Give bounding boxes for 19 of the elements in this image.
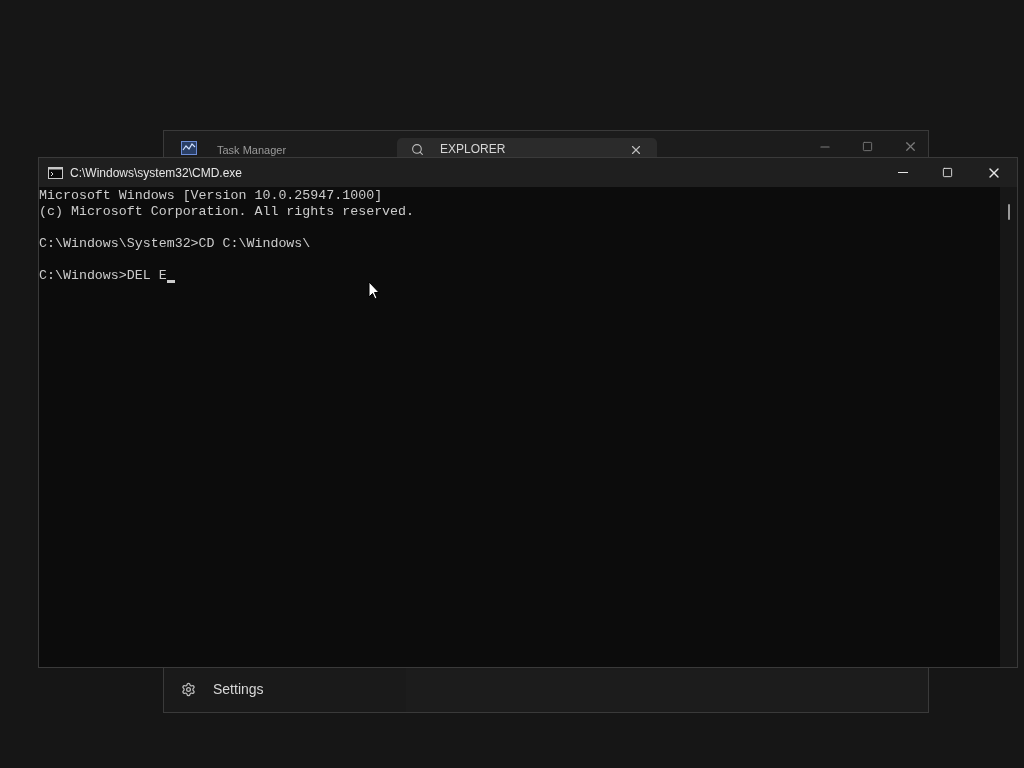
search-field[interactable]: EXPLORER [397,138,657,157]
window-title: C:\Windows\system32\CMD.exe [70,164,243,182]
chart-icon [181,141,197,155]
close-icon[interactable] [903,139,918,154]
scrollbar-thumb[interactable] [1007,204,1010,220]
maximize-icon [942,167,953,178]
settings-icon [181,681,196,697]
search-icon [411,143,424,156]
console-line: C:\Windows\System32>CD C:\Windows\ [39,236,311,252]
console-line: (c) Microsoft Corporation. All rights reserved. [39,204,415,220]
window-title: Task Manager [217,144,288,156]
minimize-icon [897,172,908,173]
maximize-icon[interactable] [862,141,873,152]
console-line: C:\Windows>DEL E [39,268,167,284]
clear-icon[interactable] [629,143,643,157]
mouse-pointer-icon [368,281,380,300]
settings-item[interactable]: Settings [164,672,406,706]
console-line: Microsoft Windows [Version 10.0.25947.1000] [39,188,383,204]
console-icon [48,166,63,179]
